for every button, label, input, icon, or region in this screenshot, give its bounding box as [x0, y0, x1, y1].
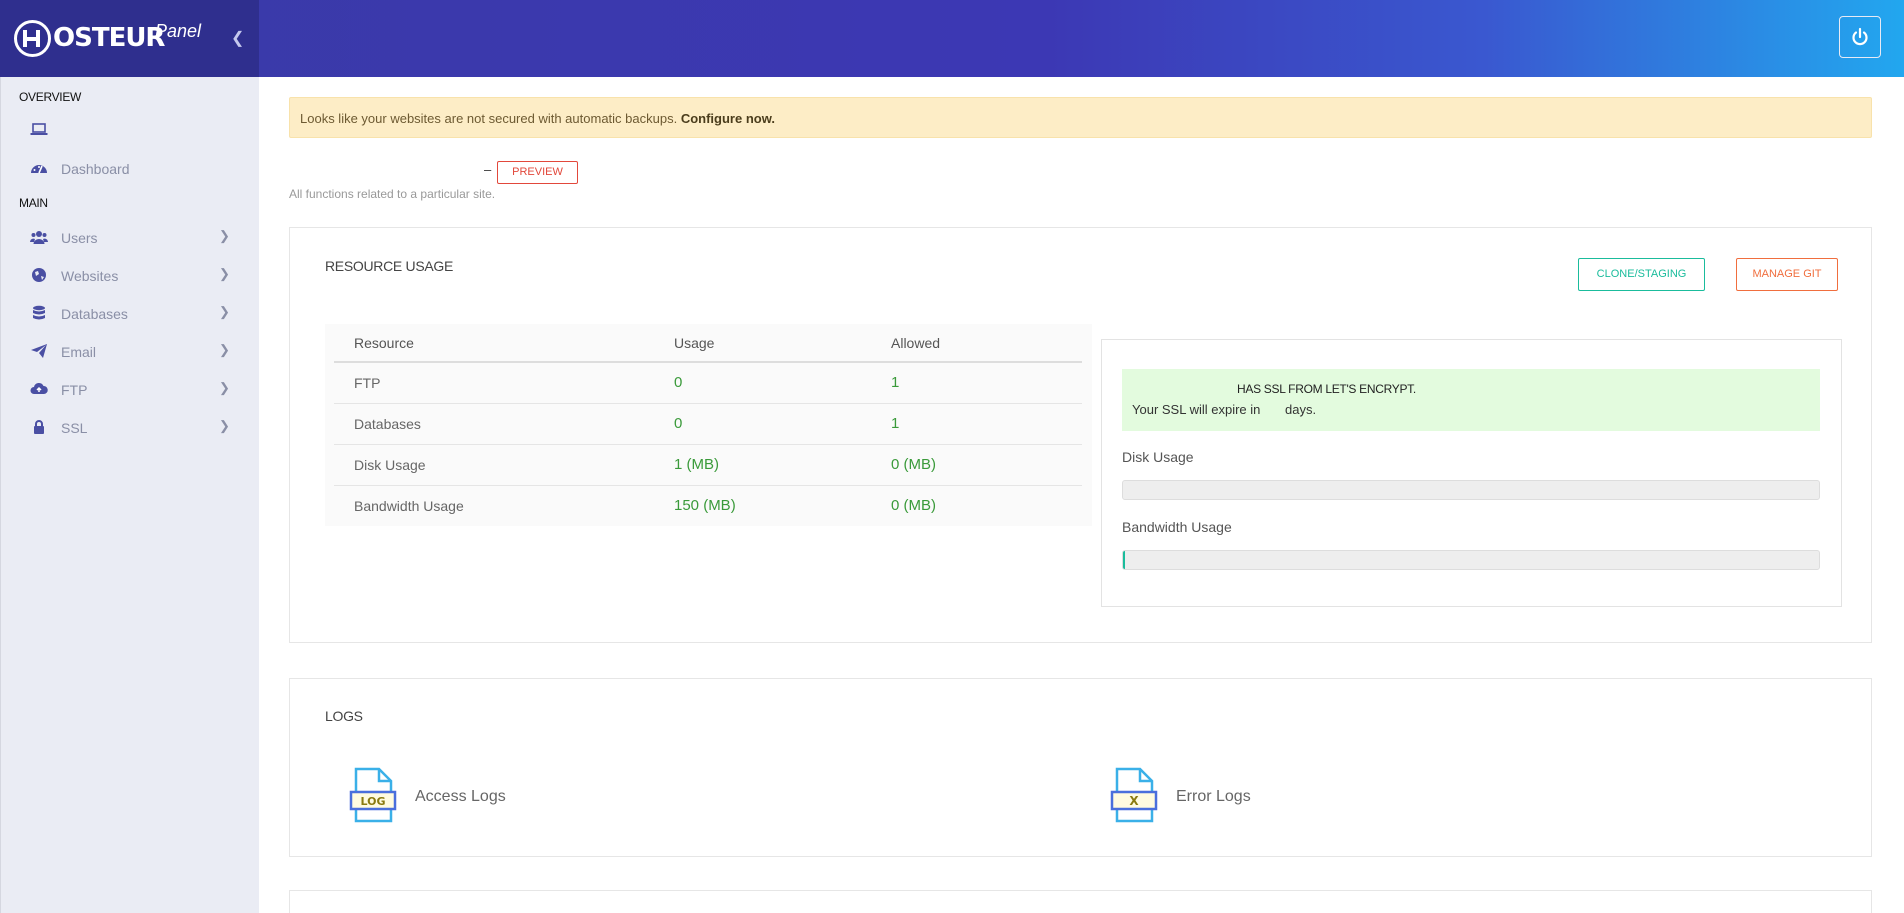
sidebar-heading-main: MAIN [19, 196, 48, 210]
sidebar-item-ssl[interactable]: SSL ❯ [1, 410, 260, 444]
table-row: Disk Usage 1 (MB) 0 (MB) [334, 444, 1082, 486]
logo-text: OSTEUR [53, 23, 165, 53]
ssl-expiry-days: days. [1285, 402, 1317, 417]
logo-icon [14, 20, 51, 57]
error-logs-link[interactable]: X Error Logs [1110, 767, 1310, 823]
bandwidth-usage-fill [1123, 551, 1126, 569]
site-dash: – [484, 162, 492, 177]
resource-cell: FTP [334, 362, 674, 404]
resource-cell: Disk Usage [334, 444, 674, 486]
ssl-expiry-text: Your SSL will expire in [1132, 402, 1261, 417]
sidebar-item-label: Users [61, 230, 98, 246]
table-row: Bandwidth Usage 150 (MB) 0 (MB) [334, 485, 1082, 526]
table-row: Databases 0 1 [334, 403, 1082, 445]
logo-panel-label: Panel [155, 21, 202, 41]
access-logs-link[interactable]: LOG Access Logs [349, 767, 549, 823]
bandwidth-usage-progress [1122, 550, 1820, 570]
top-header: OSTEUR Panel ❮ [0, 0, 1904, 77]
sidebar-item-label: SSL [61, 420, 88, 436]
sidebar-item-websites[interactable]: Websites ❯ [1, 258, 260, 292]
usage-cell: 1 (MB) [674, 444, 891, 486]
sidebar-item-label: Websites [61, 268, 119, 284]
allowed-cell: 1 [891, 403, 1082, 445]
ssl-usage-panel: HAS SSL FROM LET'S ENCRYPT. Your SSL wil… [1101, 339, 1842, 607]
manage-git-button[interactable]: MANAGE GIT [1736, 258, 1838, 291]
sidebar-item-dashboard[interactable]: Dashboard [1, 151, 260, 185]
alert-text: Looks like your websites are not secured… [300, 111, 678, 126]
chevron-right-icon: ❯ [219, 228, 230, 243]
access-logs-label: Access Logs [415, 788, 506, 805]
power-icon [1852, 27, 1868, 46]
globe-icon [32, 268, 46, 282]
usage-cell: 150 (MB) [674, 485, 891, 526]
sidebar-item-label: FTP [61, 382, 88, 398]
allowed-cell: 0 (MB) [891, 485, 1082, 526]
dashboard-icon [31, 165, 47, 174]
logs-card: LOGS LOG Access Logs X Error Logs [289, 678, 1872, 857]
error-logs-label: Error Logs [1176, 788, 1251, 805]
table-header-row: Resource Usage Allowed [334, 324, 1082, 363]
usage-cell: 0 [674, 362, 891, 404]
chevron-right-icon: ❯ [219, 266, 230, 281]
ssl-status-box: HAS SSL FROM LET'S ENCRYPT. Your SSL wil… [1122, 369, 1820, 431]
usage-cell: 0 [674, 403, 891, 445]
sidebar-item-label: Email [61, 344, 97, 360]
resource-table: Resource Usage Allowed FTP 0 1 Databases… [334, 324, 1082, 526]
chevron-right-icon: ❯ [219, 380, 230, 395]
allowed-cell: 1 [891, 362, 1082, 404]
paper-plane-icon [31, 344, 47, 358]
resource-cell: Databases [334, 403, 674, 445]
laptop-icon [30, 123, 48, 135]
column-header: Resource [334, 324, 674, 363]
resource-cell: Bandwidth Usage [334, 485, 674, 526]
sidebar-item-overview[interactable] [1, 113, 260, 147]
next-card [289, 890, 1872, 913]
sidebar-item-label: Databases [61, 306, 128, 322]
sidebar-item-label: Dashboard [61, 161, 130, 177]
resource-usage-title: RESOURCE USAGE [325, 258, 454, 274]
database-icon [33, 305, 45, 320]
sidebar-heading-overview: OVERVIEW [19, 90, 82, 104]
disk-usage-label: Disk Usage [1122, 449, 1194, 465]
table-row: FTP 0 1 [334, 362, 1082, 404]
brand-area: OSTEUR Panel ❮ [0, 0, 259, 77]
ssl-status-text: HAS SSL FROM LET'S ENCRYPT. [1237, 382, 1416, 396]
column-header: Allowed [891, 324, 1082, 363]
preview-button[interactable]: PREVIEW [497, 161, 578, 184]
disk-usage-progress [1122, 480, 1820, 500]
logs-title: LOGS [325, 708, 363, 724]
cloud-upload-icon [30, 382, 48, 394]
allowed-cell: 0 (MB) [891, 444, 1082, 486]
configure-now-link[interactable]: Configure now. [681, 111, 775, 126]
sidebar-item-ftp[interactable]: FTP ❯ [1, 372, 260, 406]
error-badge-text: X [1129, 794, 1139, 808]
clone-staging-button[interactable]: CLONE/STAGING [1578, 258, 1705, 291]
sidebar-item-users[interactable]: Users ❯ [1, 220, 260, 254]
chevron-right-icon: ❯ [219, 342, 230, 357]
chevron-right-icon: ❯ [219, 418, 230, 433]
log-badge-text: LOG [361, 795, 386, 808]
users-icon [30, 231, 48, 244]
column-header: Usage [674, 324, 891, 363]
log-file-icon: LOG [349, 767, 397, 823]
backup-alert: Looks like your websites are not secured… [289, 97, 1872, 138]
sidebar-item-databases[interactable]: Databases ❯ [1, 296, 260, 330]
bandwidth-usage-label: Bandwidth Usage [1122, 519, 1232, 535]
sidebar-item-email[interactable]: Email ❯ [1, 334, 260, 368]
logout-button[interactable] [1839, 16, 1881, 58]
error-file-icon: X [1110, 767, 1158, 823]
chevron-right-icon: ❯ [219, 304, 230, 319]
sidebar: OVERVIEW Dashboard MAIN Users ❯ Websites [0, 77, 259, 913]
page-subtitle: All functions related to a particular si… [289, 187, 496, 201]
resource-usage-card: RESOURCE USAGE CLONE/STAGING MANAGE GIT … [289, 227, 1872, 643]
lock-icon [34, 420, 44, 434]
chevron-left-icon[interactable]: ❮ [231, 28, 244, 48]
